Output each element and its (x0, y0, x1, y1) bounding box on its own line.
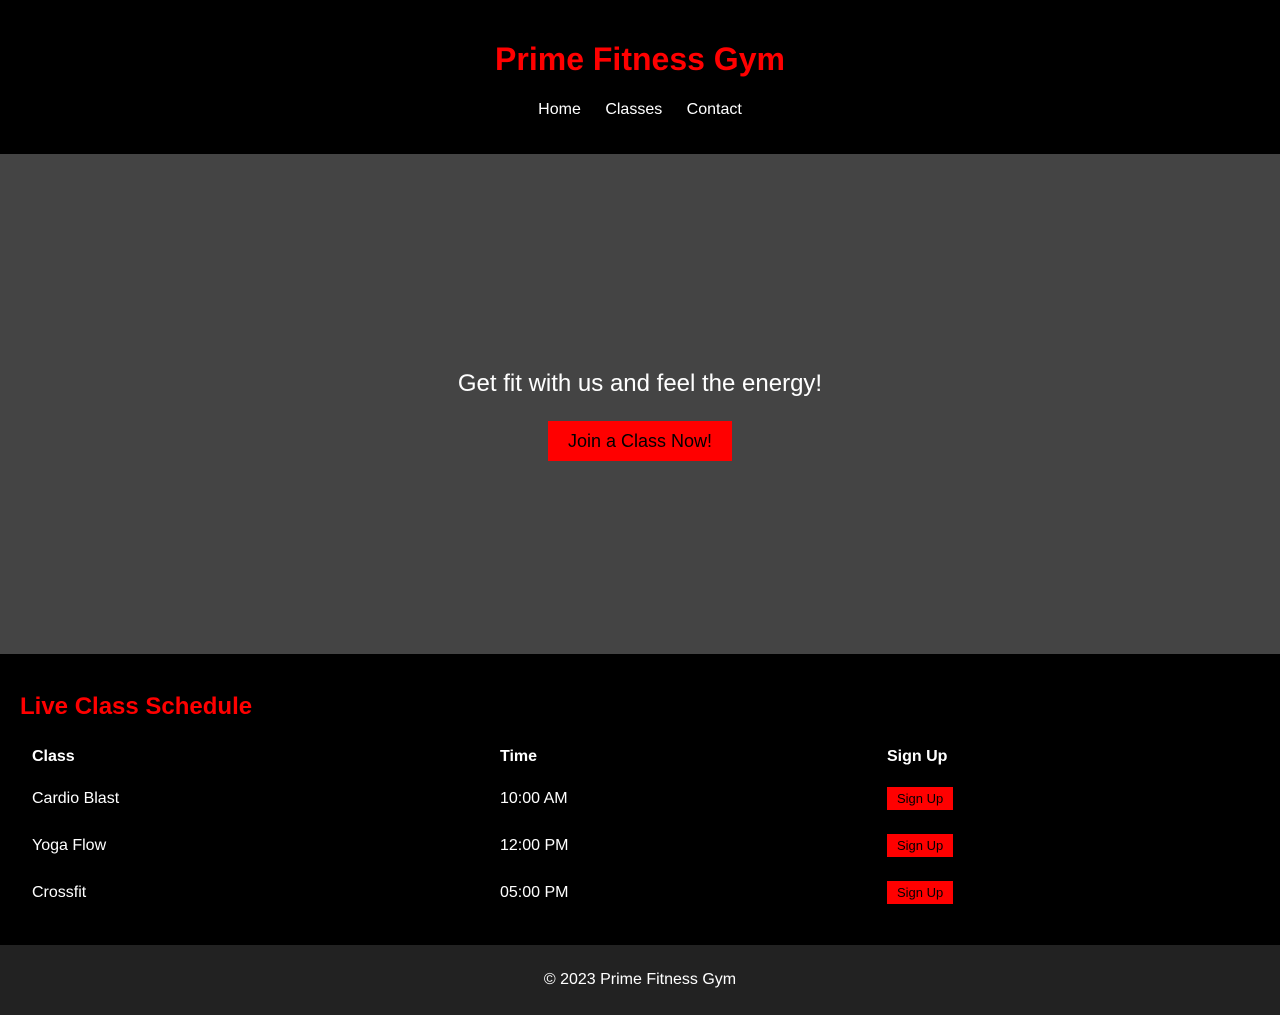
hero-tagline: Get fit with us and feel the energy! (457, 370, 823, 397)
schedule-title: Live Class Schedule (20, 693, 253, 720)
class-time: 05:00 PM (500, 883, 569, 901)
main-nav: Home Classes Contact (0, 100, 1280, 120)
sign-up-button[interactable]: Sign Up (887, 787, 954, 810)
table-row: Cardio Blast 10:00 AM Sign Up (20, 775, 1260, 822)
sign-up-cell: Sign Up (875, 775, 1260, 822)
class-time: 10:00 AM (500, 789, 568, 807)
schedule-table: Class Time Sign Up Cardio Blast 10:00 AM… (20, 738, 1260, 916)
site-footer: © 2023 Prime Fitness Gym (0, 945, 1280, 1015)
class-name: Crossfit (32, 883, 87, 901)
nav-link-classes[interactable]: Classes (605, 101, 662, 118)
table-row: Crossfit 05:00 PM Sign Up (20, 869, 1260, 916)
site-title: Prime Fitness Gym (495, 41, 785, 77)
class-name: Yoga Flow (32, 836, 107, 854)
site-header: Prime Fitness Gym Home Classes Contact (0, 0, 1280, 154)
class-name: Cardio Blast (32, 789, 120, 807)
join-class-button[interactable]: Join a Class Now! (547, 421, 733, 461)
nav-link-contact[interactable]: Contact (687, 101, 742, 118)
class-schedule-section: Live Class Schedule Class Time Sign Up C… (0, 654, 1280, 945)
table-header-row: Class Time Sign Up (20, 738, 1260, 775)
class-time: 12:00 PM (500, 836, 569, 854)
column-header-sign-up: Sign Up (887, 747, 948, 765)
sign-up-cell: Sign Up (875, 822, 1260, 869)
sign-up-button[interactable]: Sign Up (887, 881, 954, 904)
nav-link-home[interactable]: Home (538, 101, 581, 118)
table-row: Yoga Flow 12:00 PM Sign Up (20, 822, 1260, 869)
hero-section: Get fit with us and feel the energy! Joi… (0, 154, 1280, 654)
sign-up-button[interactable]: Sign Up (887, 834, 954, 857)
sign-up-cell: Sign Up (875, 869, 1260, 916)
column-header-class: Class (32, 747, 75, 765)
column-header-time: Time (500, 747, 538, 765)
copyright-text: © 2023 Prime Fitness Gym (543, 971, 737, 988)
